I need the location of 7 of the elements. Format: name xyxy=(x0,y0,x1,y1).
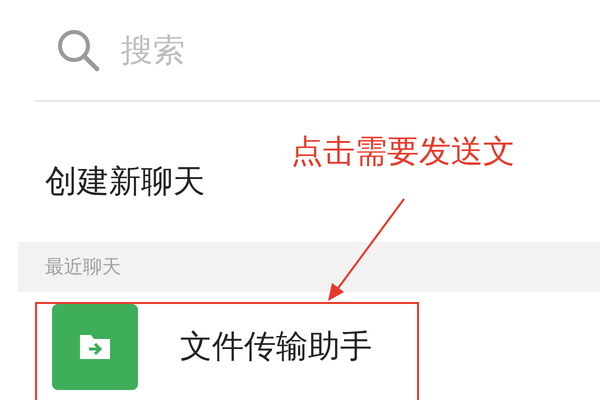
annotation-text: 点击需要发送文 xyxy=(291,131,515,172)
new-chat-item[interactable]: 创建新聊天 xyxy=(45,160,205,204)
chat-name[interactable]: 文件传输助手 xyxy=(180,325,372,369)
search-icon xyxy=(55,27,101,73)
search-field[interactable]: 搜索 xyxy=(119,30,423,70)
folder-icon xyxy=(52,304,138,390)
section-header: 最近聊天 xyxy=(45,255,121,280)
